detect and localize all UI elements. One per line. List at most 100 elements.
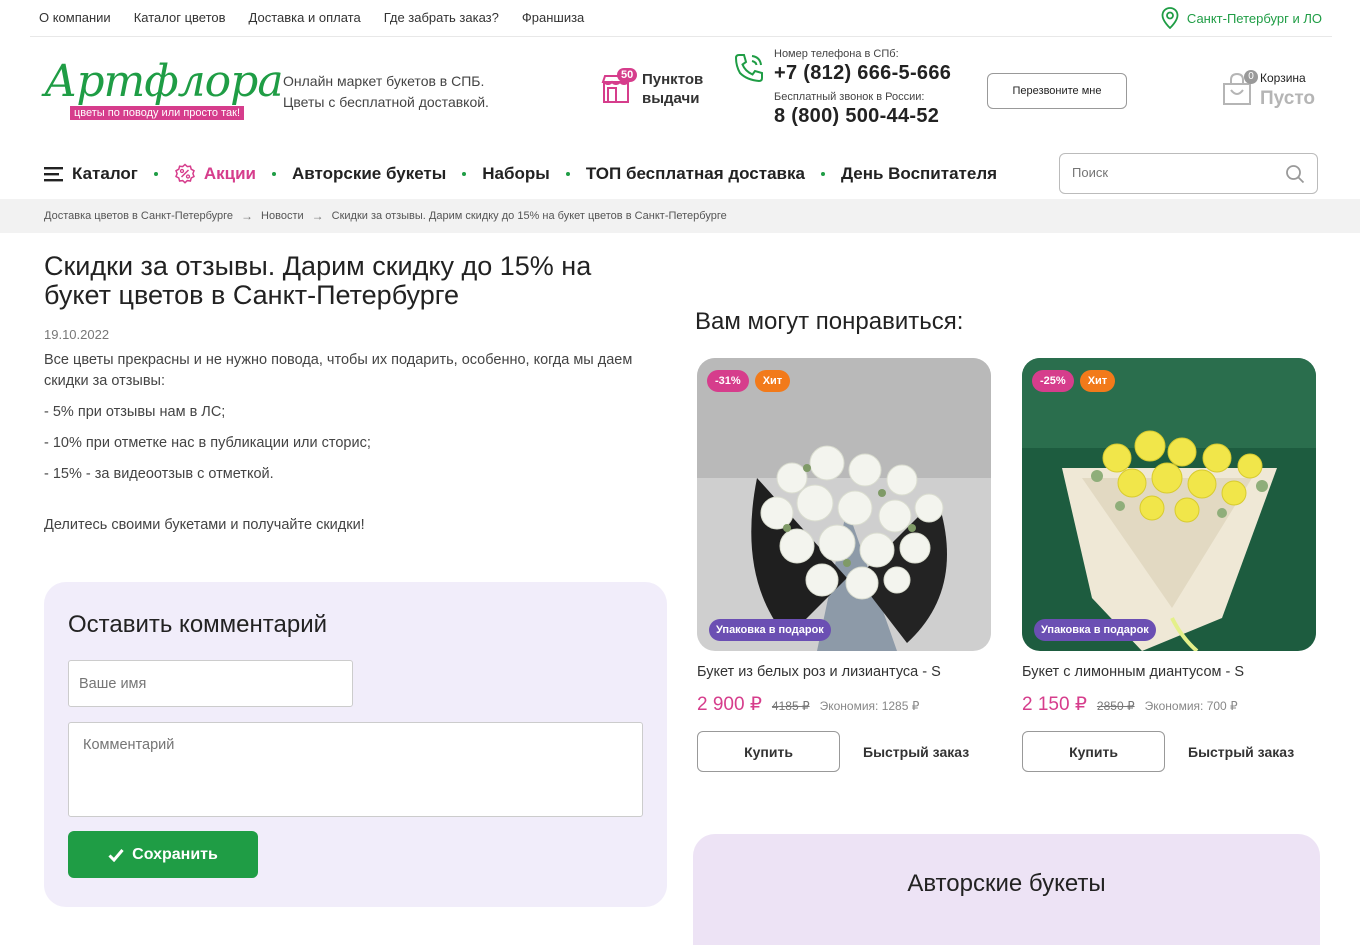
phone-number-spb[interactable]: +7 (812) 666-5-666 (774, 62, 951, 85)
tagline-line-1: Онлайн маркет букетов в СПБ. (283, 73, 485, 89)
article-intro: Все цветы прекрасны и не нужно повода, ч… (44, 352, 633, 389)
nav-author-bouquets[interactable]: Авторские букеты (292, 164, 446, 184)
product-badges: -25% Хит (1032, 370, 1116, 392)
nav-separator (153, 172, 158, 176)
percent-icon (174, 163, 195, 184)
comment-form-title: Оставить комментарий (68, 611, 328, 638)
pickup-label-line-1: Пунктов (642, 71, 704, 88)
logo-text: Артфлора (44, 56, 284, 107)
breadcrumb-news[interactable]: Новости (261, 210, 304, 222)
top-link-about[interactable]: О компании (39, 10, 111, 25)
top-link-pickup[interactable]: Где забрать заказ? (384, 10, 499, 25)
city-label: Санкт-Петербург и ЛО (1186, 10, 1322, 26)
nav-separator (565, 172, 570, 176)
quick-order-link[interactable]: Быстрый заказ (863, 744, 969, 760)
cart-label: Корзина (1260, 71, 1306, 85)
article-outro: Делитесь своими букетами и получайте ски… (44, 517, 365, 533)
buy-button[interactable]: Купить (1022, 731, 1165, 772)
nav-promo[interactable]: Акции (174, 163, 256, 185)
phone-block: Номер телефона в СПб: +7 (812) 666-5-666… (774, 48, 951, 134)
arrow-right-icon: → (311, 209, 324, 223)
nav-top-delivery[interactable]: ТОП бесплатная доставка (586, 164, 805, 184)
nav-separator (820, 172, 825, 176)
cart[interactable]: 0 Корзина Пусто (1220, 70, 1315, 113)
nav-catalog[interactable]: Каталог (44, 164, 138, 184)
pickup-points-link[interactable]: 50 Пунктов выдачи (600, 68, 703, 108)
author-bouquets-title: Авторские букеты (907, 870, 1106, 897)
product-prices: 2 900 ₽ 4185 ₽ Экономия: 1285 ₽ (697, 693, 991, 716)
location-pin-icon (1161, 7, 1179, 29)
phone-icon (734, 54, 763, 83)
article-item-2: - 10% при отметке нас в публикации или с… (44, 435, 371, 451)
logo-tagline: цветы по поводу или просто так! (70, 106, 244, 120)
article-item-1: - 5% при отзывы нам в ЛС; (44, 404, 226, 420)
nav-promo-label: Акции (203, 164, 256, 183)
product-saving: Экономия: 1285 ₽ (819, 699, 920, 713)
nav-catalog-label: Каталог (72, 164, 138, 183)
product-old-price: 4185 ₽ (771, 699, 810, 713)
arrow-right-icon: → (241, 209, 254, 223)
pickup-shop-icon: 50 (600, 68, 638, 106)
top-link-franchise[interactable]: Франшиза (522, 10, 584, 25)
hit-badge: Хит (754, 370, 791, 392)
quick-order-link[interactable]: Быстрый заказ (1188, 744, 1294, 760)
article-date: 19.10.2022 (44, 327, 110, 342)
discount-badge: -31% (707, 370, 749, 392)
discount-badge: -25% (1032, 370, 1074, 392)
product-saving: Экономия: 700 ₽ (1144, 699, 1238, 713)
breadcrumb: Доставка цветов в Санкт-Петербурге → Нов… (0, 199, 1360, 233)
save-button[interactable]: Сохранить (68, 831, 258, 878)
nav-teacher-day[interactable]: День Воспитателя (841, 164, 997, 184)
city-selector[interactable]: Санкт-Петербург и ЛО (1161, 7, 1322, 29)
product-image[interactable]: -25% Хит Упаковка в подарок (1022, 358, 1316, 651)
nav-sets[interactable]: Наборы (482, 164, 550, 184)
product-price: 2 150 ₽ (1022, 694, 1087, 715)
recommend-title: Вам могут понравиться: (695, 308, 964, 335)
logo[interactable]: Артфлора цветы по поводу или просто так! (44, 56, 284, 122)
product-badges: -31% Хит (707, 370, 791, 392)
product-name[interactable]: Букет из белых роз и лизиантуса - S (697, 664, 991, 680)
page-title: Скидки за отзывы. Дарим скидку до 15% на… (44, 251, 592, 310)
save-button-label: Сохранить (132, 845, 218, 863)
breadcrumb-home[interactable]: Доставка цветов в Санкт-Петербурге (44, 210, 233, 222)
article-item-3: - 15% - за видеоотзыв с отметкой. (44, 466, 274, 482)
hit-badge: Хит (1079, 370, 1116, 392)
top-link-delivery[interactable]: Доставка и оплата (249, 10, 361, 25)
product-card: -25% Хит Упаковка в подарок Букет с лимо… (1022, 358, 1316, 772)
product-name[interactable]: Букет с лимонным диантусом - S (1022, 664, 1316, 680)
gift-wrap-badge: Упаковка в подарок (709, 619, 831, 641)
article-body: Все цветы прекрасны и не нужно повода, ч… (44, 350, 669, 546)
nav-separator (272, 172, 276, 176)
phone-caption-free: Бесплатный звонок в России: (774, 91, 925, 103)
breadcrumb-current: Скидки за отзывы. Дарим скидку до 15% на… (331, 210, 727, 222)
tagline-line-2: Цветы с бесплатной доставкой. (283, 94, 489, 110)
top-bar: О компании Каталог цветов Доставка и опл… (30, 0, 1332, 37)
callback-button[interactable]: Перезвоните мне (987, 73, 1127, 109)
top-nav: О компании Каталог цветов Доставка и опл… (39, 10, 584, 25)
cart-status: Пусто (1260, 88, 1315, 109)
comment-field[interactable] (68, 722, 643, 817)
site-tagline: Онлайн маркет букетов в СПБ. Цветы с бес… (283, 71, 489, 113)
search-icon[interactable] (1285, 164, 1305, 184)
product-card: -31% Хит Упаковка в подарок Букет из бел… (697, 358, 991, 772)
product-image[interactable]: -31% Хит Упаковка в подарок (697, 358, 991, 651)
phone-number-free[interactable]: 8 (800) 500-44-52 (774, 105, 951, 128)
comment-form: Оставить комментарий Сохранить (44, 582, 667, 907)
pickup-label: Пунктов выдачи (642, 70, 703, 108)
pickup-label-line-2: выдачи (642, 90, 700, 107)
nav-separator (462, 172, 467, 176)
top-link-catalog[interactable]: Каталог цветов (134, 10, 226, 25)
cart-count-badge: 0 (1244, 70, 1258, 84)
buy-button[interactable]: Купить (697, 731, 840, 772)
name-field[interactable] (68, 660, 353, 707)
search-input[interactable] (1072, 165, 1272, 180)
menu-icon (44, 167, 63, 182)
author-bouquets-section: Авторские букеты (693, 834, 1320, 945)
check-icon (108, 848, 124, 862)
search-box (1059, 153, 1318, 194)
phone-caption-spb: Номер телефона в СПб: (774, 48, 899, 60)
product-prices: 2 150 ₽ 2850 ₽ Экономия: 700 ₽ (1022, 693, 1316, 716)
product-actions: Купить Быстрый заказ (1022, 731, 1316, 772)
pickup-count-badge: 50 (617, 68, 638, 82)
gift-wrap-badge: Упаковка в подарок (1034, 619, 1156, 641)
